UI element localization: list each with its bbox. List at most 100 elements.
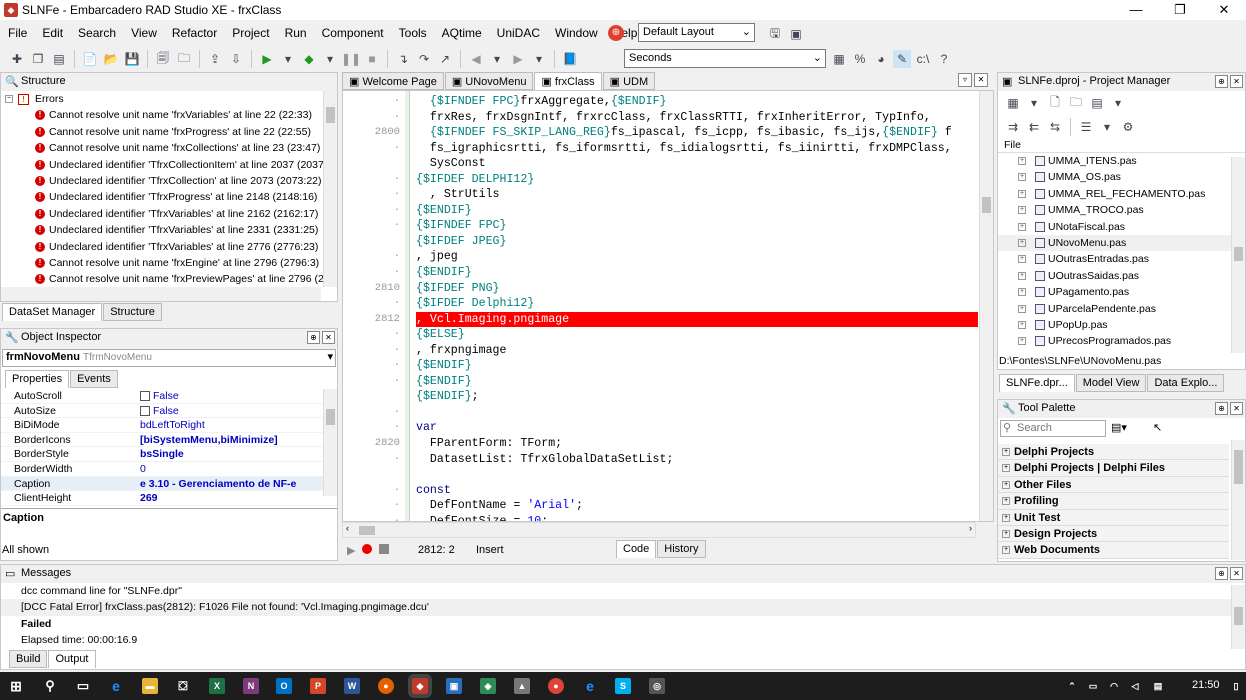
tab-events[interactable]: Events [70,370,118,388]
editor-tab[interactable]: ▣ UDM [602,72,656,90]
run-no-debug-icon[interactable]: ◆ [300,50,318,68]
word-icon[interactable]: W [344,678,360,694]
project-file[interactable]: + UParcelaPendente.pas [998,301,1245,317]
tab-build[interactable]: Build [9,650,48,668]
menu-component[interactable]: Component [314,22,391,40]
code-line[interactable]: · DatasetList: TfrxGlobalDataSetList; [343,452,977,468]
firefox-icon[interactable]: ● [378,678,394,694]
palette-category[interactable]: + Delphi Projects | Delphi Files [998,460,1229,477]
task-view-icon[interactable]: ▭ [75,678,91,694]
errors-root[interactable]: − ! Errors [1,91,337,107]
app-icon-2[interactable]: ◈ [480,678,496,694]
close-icon[interactable]: ✕ [1230,567,1243,580]
volume-icon[interactable]: ◁ [1127,678,1143,694]
pin-icon[interactable]: ⊕ [1215,567,1228,580]
menu-run[interactable]: Run [277,22,314,40]
property-row[interactable]: AutoScroll False [1,389,337,404]
code-line[interactable]: · {$IFDEF DELPHI12} [343,172,977,188]
property-value[interactable]: [biSystemMenu,biMinimize] [138,433,337,447]
forward-icon[interactable]: ▶ [509,50,527,68]
code-line[interactable]: 2820 FParentForm: TForm; [343,436,977,452]
back-dropdown-icon[interactable]: ▾ [488,50,506,68]
palette-category[interactable]: + Delphi Projects [998,444,1229,461]
property-row[interactable]: BorderWidth 0 [1,462,337,477]
open-folder-icon[interactable]: 🗀 [175,50,193,68]
pm-tab[interactable]: Data Explo... [1147,374,1225,392]
help-icon[interactable]: ? [935,50,953,68]
edge-icon[interactable]: e [108,678,124,694]
run-until-return-icon[interactable]: ↗ [436,50,454,68]
expand-icon[interactable]: + [1018,337,1026,346]
property-row[interactable]: AutoSize False [1,404,337,419]
keyboard-icon[interactable]: ▤ [1150,678,1166,694]
list-dropdown-icon[interactable]: ▾ [1098,118,1116,136]
pin-icon[interactable]: ⊕ [307,331,320,344]
settings-icon[interactable]: ⚙ [1119,118,1137,136]
stop-icon[interactable]: ■ [363,50,381,68]
project-file[interactable]: + UMMA_TROCO.pas [998,202,1245,218]
open-project-icon[interactable]: ❐ [29,50,47,68]
editor-tab[interactable]: ▣ Welcome Page [342,72,444,90]
save-desktop-icon[interactable]: 🖫 [766,25,784,43]
back-icon[interactable]: ◀ [467,50,485,68]
error-item[interactable]: ! Cannot resolve unit name 'frxCollection… [1,140,337,156]
expand-icon[interactable]: + [1018,304,1026,313]
step-over-icon[interactable]: ↷ [415,50,433,68]
code-line[interactable]: · {$IFNDEF FPC}frxAggregate,{$ENDIF} [343,94,977,110]
code-line[interactable]: · {$IFNDEF FPC} [343,218,977,234]
run-dropdown-icon[interactable]: ▾ [279,50,297,68]
minimize-button[interactable]: — [1114,0,1158,20]
tab-properties[interactable]: Properties [5,370,70,388]
code-line[interactable]: · , StrUtils [343,187,977,203]
code-editor[interactable]: · {$IFNDEF FPC}frxAggregate,{$ENDIF} · fr… [342,90,994,522]
code-line[interactable]: · var [343,420,977,436]
code-line[interactable]: · DefFontName = 'Arial'; [343,498,977,514]
checkbox[interactable] [140,405,150,416]
rad-studio-icon[interactable]: ◆ [408,674,432,698]
property-row[interactable]: BorderIcons [biSystemMenu,biMinimize] [1,433,337,448]
run-dropdown2-icon[interactable]: ▾ [321,50,339,68]
project-file[interactable]: + UPopUp.pas [998,317,1245,333]
percent-icon[interactable]: % [851,50,869,68]
expand-icon[interactable]: + [1002,546,1010,555]
message-line[interactable]: [DCC Fatal Error] frxClass.pas(2812): F1… [1,599,1245,616]
expand-icon[interactable]: + [1018,320,1026,329]
expand-icon[interactable]: + [1002,513,1010,522]
project-file[interactable]: + UMMA_ITENS.pas [998,153,1245,169]
code-line[interactable]: · frxRes, frxDsgnIntf, frxrcClass, frxCl… [343,110,977,126]
view-dropdown-icon[interactable]: ▾ [1109,94,1127,112]
chrome-icon[interactable]: ● [548,678,564,694]
new-items-icon[interactable]: ✚ [8,50,26,68]
save-icon[interactable]: 💾 [123,50,141,68]
cursor-icon[interactable]: ↖ [1153,421,1162,434]
expand-icon[interactable]: + [1018,222,1026,231]
save-all-icon[interactable]: 🗐 [154,50,172,68]
error-item[interactable]: ! Undeclared identifier 'TfrxVariables' a… [1,206,337,222]
property-row[interactable]: Caption e 3.10 - Gerenciamento de NF-e [1,476,337,492]
editor-tab[interactable]: ▣ frxClass [534,72,602,90]
error-item[interactable]: ! Undeclared identifier 'TfrxVariables' a… [1,239,337,255]
property-value[interactable]: False [138,404,337,418]
expand-icon[interactable]: ⇉ [1004,118,1022,136]
palette-scrollbar[interactable] [1231,440,1245,560]
checkbox[interactable] [140,391,150,402]
pm-tab[interactable]: SLNFe.dpr... [999,374,1075,392]
palette-category[interactable]: + Web Documents [998,542,1229,559]
code-line[interactable]: · fs_igraphicsrtti, fs_iformsrtti, fs_id… [343,141,977,157]
expand-icon[interactable]: + [1002,529,1010,538]
code-line[interactable]: · DefFontSize = 10; [343,514,977,521]
messages-scrollbar[interactable] [1231,585,1245,649]
excel-icon[interactable]: X [209,678,225,694]
property-value[interactable]: e 3.10 - Gerenciamento de NF-e [138,477,337,491]
collapse-all-icon[interactable]: ⇇ [1025,118,1043,136]
error-item[interactable]: ! Cannot resolve unit name 'frxVariables'… [1,107,337,123]
book-icon[interactable]: 📘 [561,50,579,68]
layout-select[interactable]: Default Layout ⌄ [638,23,755,42]
powerpoint-icon[interactable]: P [310,678,326,694]
code-line[interactable]: · {$ENDIF} [343,358,977,374]
code-line[interactable]: · {$ENDIF} [343,265,977,281]
structure-scrollbar[interactable] [323,91,337,287]
expand-icon[interactable]: + [1018,157,1026,165]
c-drive-icon[interactable]: c:\ [914,50,932,68]
store-icon[interactable]: ⛋ [175,678,191,694]
